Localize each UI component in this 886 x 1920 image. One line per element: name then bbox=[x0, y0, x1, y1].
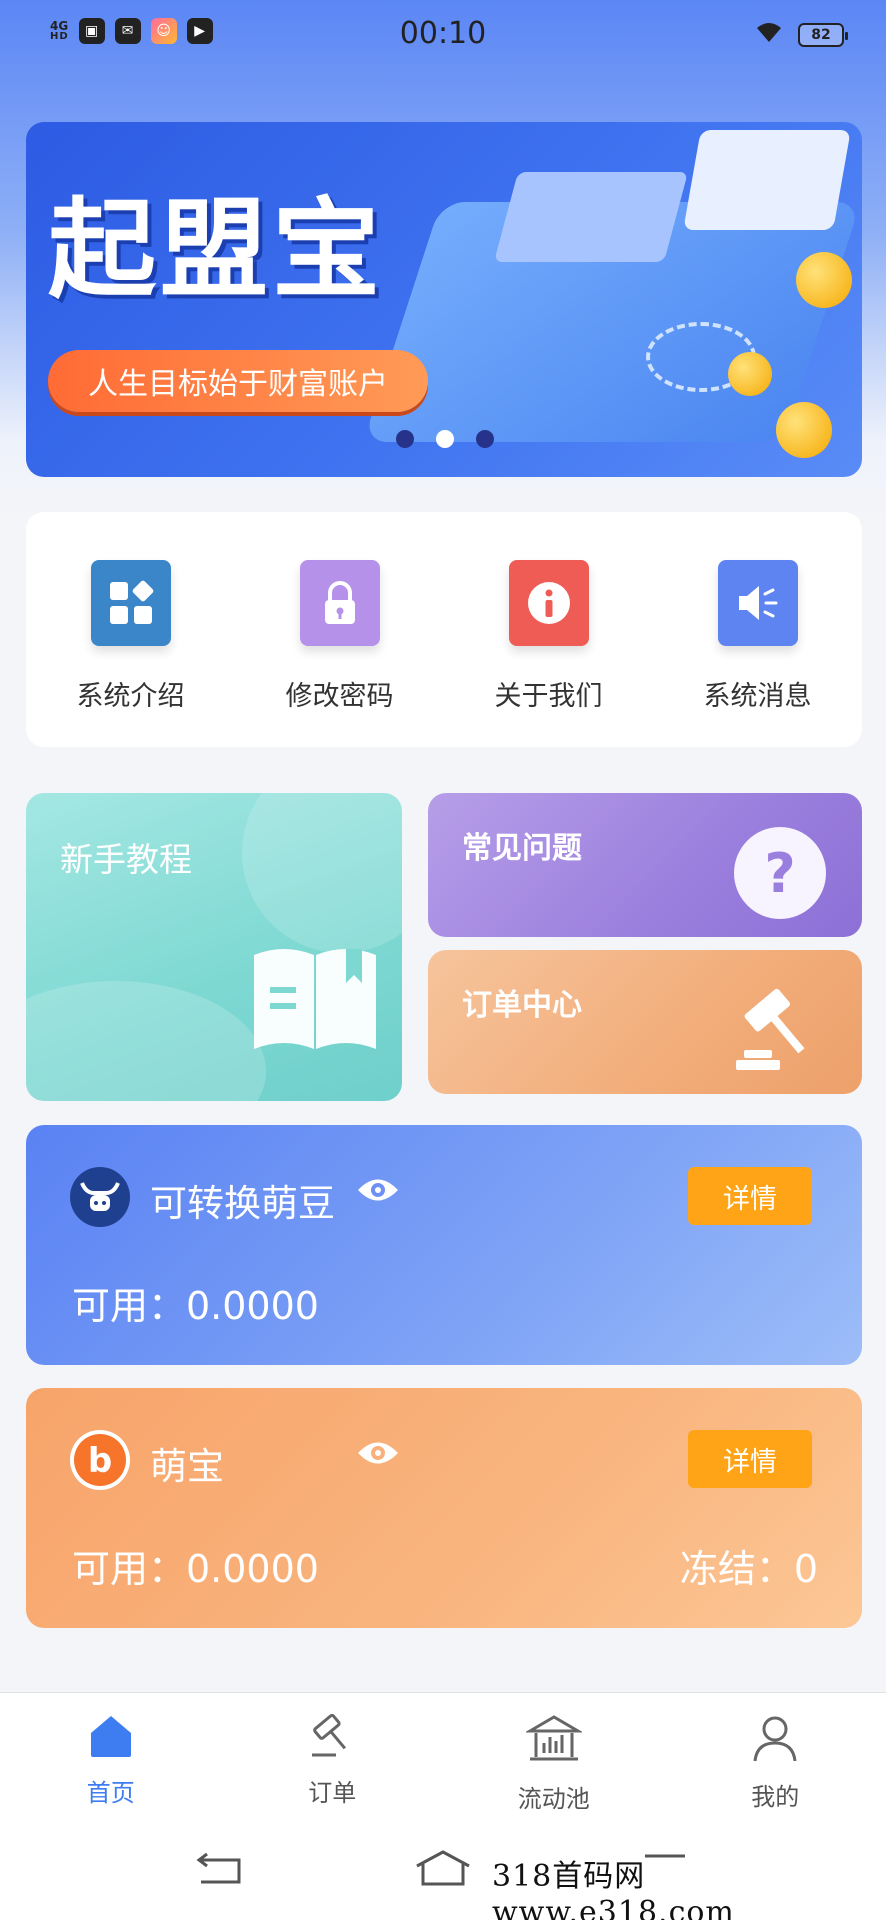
eye-icon[interactable] bbox=[356, 1175, 400, 1209]
menu-about-us[interactable]: 关于我们 bbox=[459, 560, 639, 747]
mengbao-frozen: 冻结：0 bbox=[679, 1547, 818, 1591]
quick-menu: 系统介绍 修改密码 关于我们 系统消息 bbox=[26, 512, 862, 747]
mengbao-wallet-card: b 萌宝 详情 可用：0.0000 冻结：0 bbox=[26, 1388, 862, 1628]
decor-blob bbox=[242, 793, 402, 953]
grid-apps-icon bbox=[90, 560, 171, 646]
nav-label: 首页 bbox=[86, 1779, 135, 1807]
back-icon[interactable] bbox=[185, 1840, 255, 1896]
watermark: 318首码网 www.e318.com bbox=[492, 1859, 886, 1920]
mengbao-detail-button[interactable]: 详情 bbox=[688, 1430, 812, 1488]
eye-icon[interactable] bbox=[356, 1438, 400, 1472]
nav-orders[interactable]: 订单 bbox=[232, 1693, 432, 1818]
menu-system-intro[interactable]: 系统介绍 bbox=[41, 560, 221, 747]
question-icon: ? bbox=[734, 827, 826, 919]
wifi-icon bbox=[754, 20, 784, 49]
battery-icon: 82 bbox=[798, 22, 848, 47]
menu-label: 系统介绍 bbox=[76, 681, 185, 712]
book-icon bbox=[250, 943, 380, 1057]
bank-icon bbox=[524, 1713, 584, 1769]
carousel-dot[interactable] bbox=[396, 430, 414, 448]
faq-title: 常见问题 bbox=[462, 831, 582, 866]
menu-label: 系统消息 bbox=[703, 681, 812, 712]
nav-label: 我的 bbox=[751, 1783, 800, 1811]
nav-label: 订单 bbox=[308, 1779, 357, 1807]
status-right: 82 bbox=[754, 20, 848, 49]
coin-icon bbox=[796, 252, 852, 308]
nav-liquidity-pool[interactable]: 流动池 bbox=[454, 1693, 654, 1818]
mengbao-available: 可用：0.0000 bbox=[72, 1547, 319, 1591]
bottom-navigation: 首页 订单 流动池 我的 bbox=[0, 1692, 886, 1818]
order-center-card[interactable]: 订单中心 bbox=[428, 950, 862, 1094]
menu-change-password[interactable]: 修改密码 bbox=[250, 560, 430, 747]
user-icon bbox=[751, 1713, 799, 1767]
carousel-dots bbox=[396, 430, 494, 448]
info-icon bbox=[508, 560, 589, 646]
battery-level: 82 bbox=[811, 26, 831, 43]
carousel-dot-active[interactable] bbox=[436, 430, 454, 448]
nav-label: 流动池 bbox=[517, 1785, 590, 1813]
home-icon bbox=[87, 1713, 135, 1763]
decor-blob bbox=[26, 981, 266, 1101]
beans-detail-button[interactable]: 详情 bbox=[688, 1167, 812, 1225]
bull-logo-icon bbox=[70, 1167, 130, 1227]
mengbao-logo-icon: b bbox=[70, 1430, 130, 1490]
status-bar: 4G HD ▣ ✉ ☺ ▶ 00:10 82 bbox=[0, 0, 886, 70]
beans-available: 可用：0.0000 bbox=[72, 1284, 319, 1328]
gavel-icon bbox=[730, 986, 826, 1080]
beans-wallet-name: 可转换萌豆 bbox=[150, 1182, 335, 1225]
system-navigation: 318首码网 www.e318.com bbox=[0, 1818, 886, 1920]
banner-slogan: 人生目标始于财富账户 bbox=[48, 350, 428, 412]
home-nav-icon[interactable] bbox=[408, 1840, 478, 1896]
coin-icon bbox=[776, 402, 832, 458]
faq-card[interactable]: 常见问题 ? bbox=[428, 793, 862, 937]
nav-mine[interactable]: 我的 bbox=[675, 1693, 875, 1818]
coin-icon bbox=[728, 352, 772, 396]
gavel-icon bbox=[306, 1713, 358, 1763]
tutorial-title: 新手教程 bbox=[60, 840, 192, 879]
lock-icon bbox=[299, 560, 380, 646]
promo-banner[interactable]: 起盟宝 人生目标始于财富账户 bbox=[26, 122, 862, 477]
carousel-dot[interactable] bbox=[476, 430, 494, 448]
svg-text:b: b bbox=[88, 1441, 112, 1481]
menu-system-messages[interactable]: 系统消息 bbox=[668, 560, 848, 747]
menu-label: 关于我们 bbox=[494, 681, 603, 712]
beans-wallet-card: 可转换萌豆 详情 可用：0.0000 bbox=[26, 1125, 862, 1365]
banner-title: 起盟宝 bbox=[48, 188, 385, 313]
banner-laptop-illustration bbox=[683, 130, 851, 230]
banner-card-illustration bbox=[493, 172, 689, 262]
speaker-icon bbox=[717, 560, 798, 646]
menu-label: 修改密码 bbox=[285, 681, 394, 712]
nav-home[interactable]: 首页 bbox=[11, 1693, 211, 1818]
mengbao-wallet-name: 萌宝 bbox=[150, 1445, 224, 1488]
order-center-title: 订单中心 bbox=[462, 988, 582, 1023]
tutorial-card[interactable]: 新手教程 bbox=[26, 793, 402, 1101]
